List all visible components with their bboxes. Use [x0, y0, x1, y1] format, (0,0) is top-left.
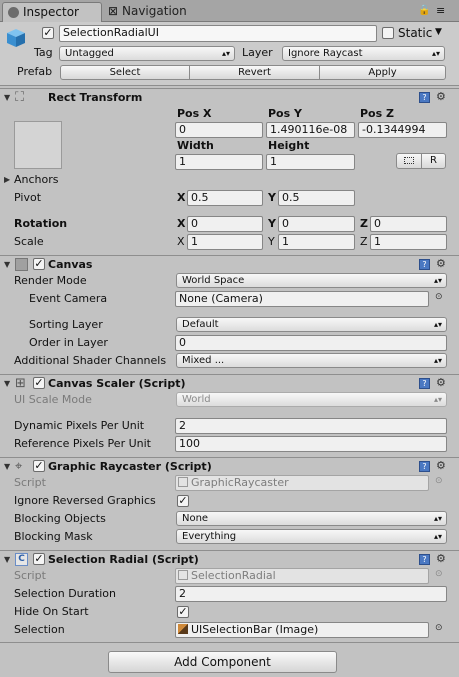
height-field[interactable]: 1 — [266, 154, 355, 170]
prefab-revert-button[interactable]: Revert — [189, 65, 320, 80]
hide-on-start-checkbox[interactable]: ✓ — [177, 606, 189, 618]
menu-icon[interactable]: ≡ — [436, 4, 445, 17]
width-field[interactable]: 1 — [175, 154, 263, 170]
gear-icon[interactable]: ⚙ — [436, 552, 446, 566]
add-component-button[interactable]: Add Component — [108, 651, 337, 673]
pos-y-field[interactable]: 1.490116e-08 — [266, 122, 355, 138]
raycaster-script-field: GraphicRaycaster — [175, 475, 429, 491]
raycaster-enabled-checkbox[interactable]: ✓ — [33, 460, 45, 472]
navigation-icon: ⊠ — [108, 4, 119, 18]
anchors-foldout-icon[interactable]: ▶ — [4, 171, 10, 188]
ui-scale-mode-dropdown: World ▴▾ — [176, 392, 447, 407]
dynamic-pixels-field[interactable]: 2 — [175, 418, 447, 434]
help-icon[interactable]: ? — [419, 378, 430, 389]
rect-transform-icon: ⛶ — [15, 90, 25, 105]
image-icon — [178, 624, 188, 634]
gear-icon[interactable]: ⚙ — [436, 376, 446, 390]
rotation-y-field[interactable]: 0 — [278, 216, 355, 232]
script-icon: C — [15, 553, 28, 566]
dotted-rect-icon — [404, 157, 414, 164]
gear-icon[interactable]: ⚙ — [436, 257, 446, 271]
inspector-icon — [8, 7, 19, 18]
selection-duration-field[interactable]: 2 — [175, 586, 447, 602]
cube-icon — [6, 28, 26, 48]
help-icon[interactable]: ? — [419, 554, 430, 565]
collapse-icon[interactable]: ▼ — [4, 256, 10, 273]
object-picker-icon[interactable]: ⊙ — [435, 623, 443, 633]
event-camera-field[interactable]: None (Camera) — [175, 291, 429, 307]
collapse-icon[interactable]: ▼ — [4, 458, 10, 475]
render-mode-dropdown[interactable]: World Space ▴▾ — [176, 273, 447, 288]
rect-transform-header[interactable]: ▼ ⛶ Rect Transform ? ⚙ — [0, 88, 459, 106]
canvas-enabled-checkbox[interactable]: ✓ — [33, 258, 45, 270]
chevron-down-icon[interactable]: ▼ — [435, 27, 442, 37]
pos-z-field[interactable]: -0.1344994 — [358, 122, 447, 138]
pivot-y-field[interactable]: 0.5 — [278, 190, 355, 206]
selection-field[interactable]: UISelectionBar (Image) — [175, 622, 429, 638]
active-checkbox[interactable]: ✓ — [42, 27, 54, 39]
script-icon — [178, 570, 188, 580]
scale-x-field[interactable]: 1 — [187, 234, 263, 250]
anchor-preset-box[interactable] — [14, 121, 62, 169]
collapse-icon[interactable]: ▼ — [4, 551, 10, 568]
gear-icon[interactable]: ⚙ — [436, 459, 446, 473]
help-icon[interactable]: ? — [419, 461, 430, 472]
section-divider — [0, 642, 459, 643]
tag-dropdown[interactable]: Untagged ▴▾ — [59, 46, 235, 61]
object-name-field[interactable]: SelectionRadialUI — [59, 25, 377, 42]
tab-navigation[interactable]: ⊠ Navigation — [106, 2, 216, 22]
pos-x-field[interactable]: 0 — [175, 122, 263, 138]
selection-radial-script-field: SelectionRadial — [175, 568, 429, 584]
lock-icon[interactable]: 🔒 — [418, 5, 430, 16]
gameobject-header: ✓ SelectionRadialUI Static ▼ Tag Untagge… — [0, 22, 459, 86]
reference-pixels-field[interactable]: 100 — [175, 436, 447, 452]
rotation-x-field[interactable]: 0 — [187, 216, 263, 232]
selection-radial-header[interactable]: ▼ C ✓ Selection Radial (Script) ? ⚙ — [0, 550, 459, 568]
canvas-scaler-enabled-checkbox[interactable]: ✓ — [33, 377, 45, 389]
script-icon — [178, 477, 188, 487]
object-picker-icon: ⊙ — [435, 476, 443, 486]
raycaster-icon: ⌖ — [15, 459, 23, 474]
object-picker-icon: ⊙ — [435, 569, 443, 579]
static-checkbox[interactable] — [382, 27, 394, 39]
collapse-icon[interactable]: ▼ — [4, 89, 10, 106]
tab-inspector[interactable]: Inspector — [2, 2, 102, 22]
canvas-icon — [15, 258, 28, 271]
canvas-header[interactable]: ▼ ✓ Canvas ? ⚙ — [0, 255, 459, 273]
sorting-layer-dropdown[interactable]: Default ▴▾ — [176, 317, 447, 332]
blueprint-mode-button[interactable] — [396, 153, 422, 169]
selection-radial-enabled-checkbox[interactable]: ✓ — [33, 553, 45, 565]
scale-z-field[interactable]: 1 — [370, 234, 447, 250]
raw-edit-button[interactable]: R — [421, 153, 446, 169]
order-in-layer-field[interactable]: 0 — [175, 335, 447, 351]
prefab-apply-button[interactable]: Apply — [319, 65, 446, 80]
blocking-objects-dropdown[interactable]: None ▴▾ — [176, 511, 447, 526]
prefab-select-button[interactable]: Select — [60, 65, 190, 80]
pivot-x-field[interactable]: 0.5 — [187, 190, 263, 206]
canvas-scaler-header[interactable]: ▼ ⊞ ✓ Canvas Scaler (Script) ? ⚙ — [0, 374, 459, 392]
shader-channels-dropdown[interactable]: Mixed ... ▴▾ — [176, 353, 447, 368]
scale-y-field[interactable]: 1 — [278, 234, 355, 250]
collapse-icon[interactable]: ▼ — [4, 375, 10, 392]
help-icon[interactable]: ? — [419, 259, 430, 270]
rotation-z-field[interactable]: 0 — [370, 216, 447, 232]
help-icon[interactable]: ? — [419, 92, 430, 103]
layer-dropdown[interactable]: Ignore Raycast ▴▾ — [282, 46, 445, 61]
blocking-mask-dropdown[interactable]: Everything ▴▾ — [176, 529, 447, 544]
ignore-reversed-checkbox[interactable]: ✓ — [177, 495, 189, 507]
graphic-raycaster-header[interactable]: ▼ ⌖ ✓ Graphic Raycaster (Script) ? ⚙ — [0, 457, 459, 475]
tab-bar: Inspector ⊠ Navigation 🔒 ≡ — [0, 0, 459, 22]
gear-icon[interactable]: ⚙ — [436, 90, 446, 104]
canvas-scaler-icon: ⊞ — [15, 376, 26, 391]
object-picker-icon[interactable]: ⊙ — [435, 292, 443, 302]
